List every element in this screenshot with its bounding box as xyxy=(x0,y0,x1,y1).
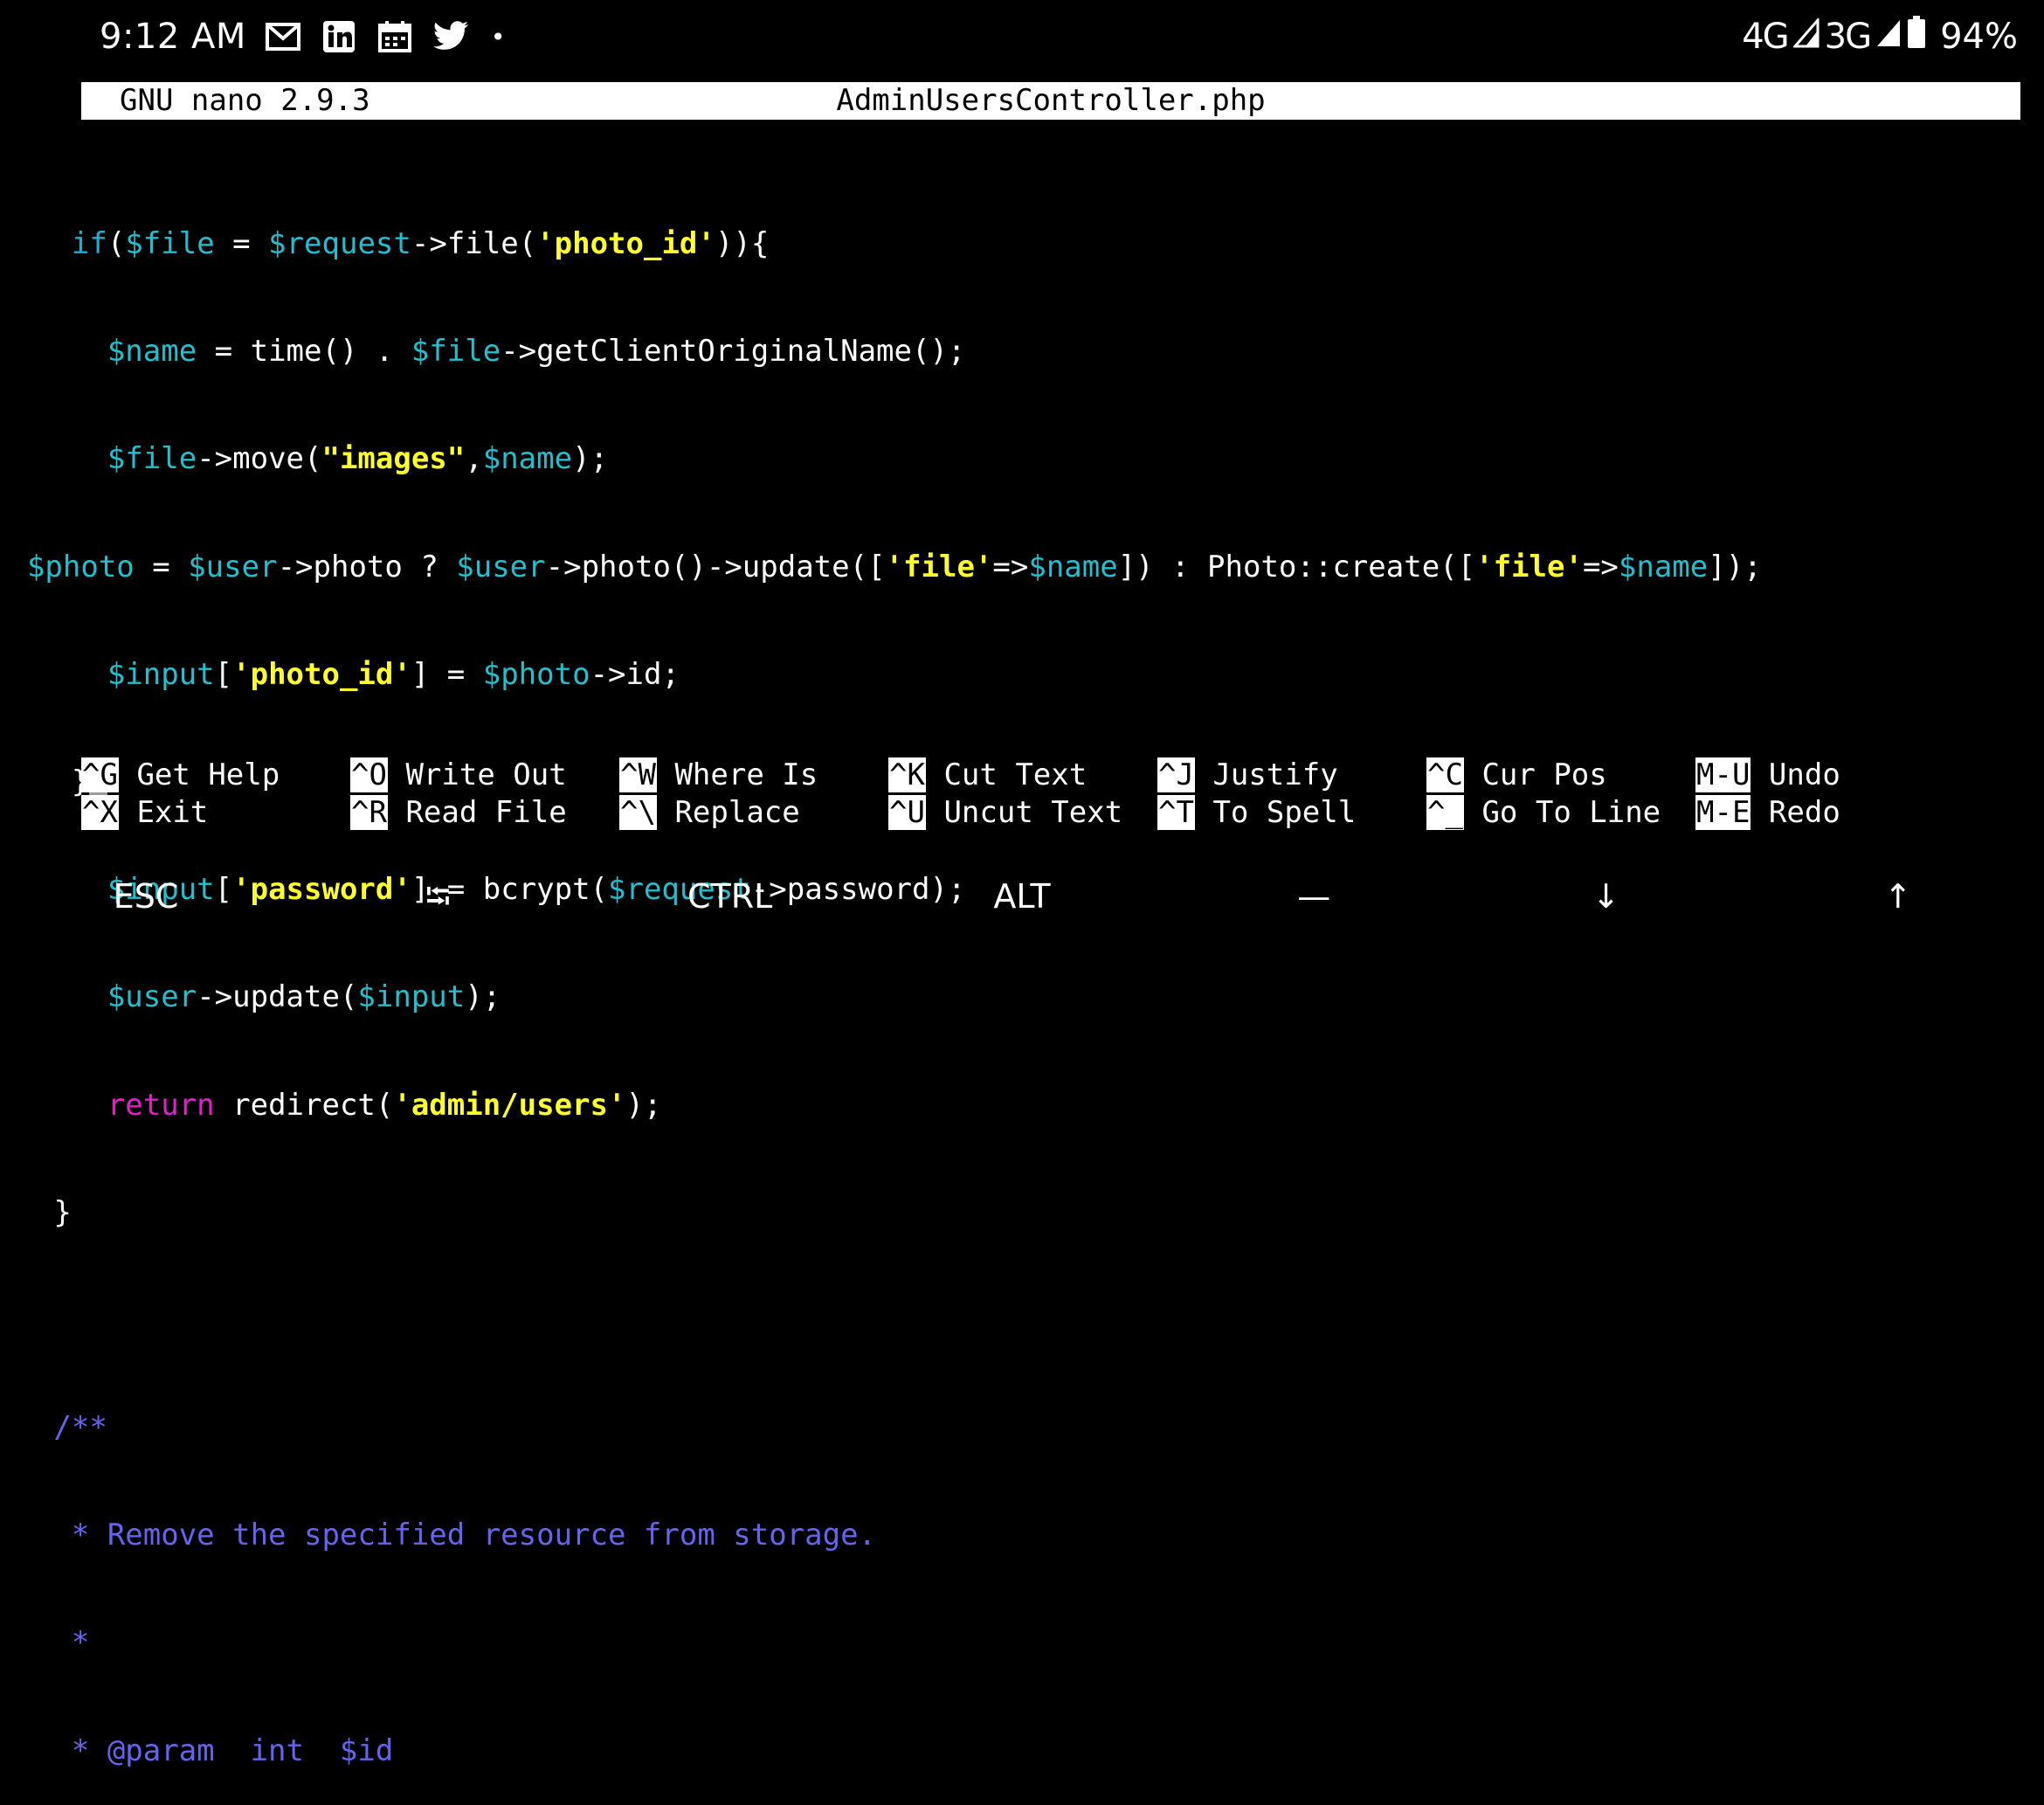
code-line[interactable]: /** xyxy=(0,1409,2044,1447)
code-line[interactable]: $photo = $user->photo ? $user->photo()->… xyxy=(0,549,2035,586)
shortcut-cut-text[interactable]: ^K Cut Text xyxy=(888,757,1087,794)
more-notifications-dot: • xyxy=(490,22,506,52)
shortcut-to-spell[interactable]: ^T To Spell xyxy=(1157,794,1356,832)
arrow-up-key[interactable]: ↑ xyxy=(1752,865,2044,928)
clock: 9:12 AM xyxy=(100,17,246,57)
ctrl-key[interactable]: CTRL xyxy=(584,865,876,928)
code-line[interactable]: return redirect('admin/users'); xyxy=(0,1087,2044,1124)
nano-title-bar: AdminUsersController.php GNU nano 2.9.3 xyxy=(81,82,2020,120)
status-bar-right: 4G 3G 94% xyxy=(1742,12,2018,61)
shortcut-get-help[interactable]: ^G Get Help xyxy=(81,757,280,794)
status-bar-left: 9:12 AM • xyxy=(100,12,505,61)
shortcut-cur-pos[interactable]: ^C Cur Pos xyxy=(1426,757,1607,794)
arrow-down-key[interactable]: ↓ xyxy=(1460,865,1751,928)
network-3g-label: 3G xyxy=(1824,17,1872,57)
code-line-empty[interactable] xyxy=(0,1302,2044,1339)
linkedin-icon xyxy=(320,19,358,54)
shortcut-go-to-line[interactable]: ^_ Go To Line xyxy=(1426,794,1661,832)
file-name: AdminUsersController.php xyxy=(836,83,1266,118)
signal-icon xyxy=(1792,16,1820,57)
shortcut-where-is[interactable]: ^W Where Is xyxy=(619,757,818,794)
extra-keys-bar: ESC ⭾ CTRL ALT — ↓ ↑ xyxy=(0,865,2044,928)
shortcut-redo[interactable]: M-E Redo xyxy=(1695,794,1840,832)
battery-percent: 94% xyxy=(1940,17,2018,57)
code-line[interactable]: $file->move("images",$name); xyxy=(0,440,2044,478)
signal-icon-2 xyxy=(1875,17,1902,57)
code-line[interactable]: } xyxy=(0,1194,2044,1232)
code-line[interactable]: $user->update($input); xyxy=(0,979,2044,1016)
shortcut-write-out[interactable]: ^O Write Out xyxy=(350,757,567,794)
calendar-icon xyxy=(376,19,414,54)
network-4g-label: 4G xyxy=(1742,17,1789,57)
shortcut-replace[interactable]: ^\ Replace xyxy=(619,794,800,832)
shortcut-row-1: ^G Get Help ^O Write Out ^W Where Is ^K … xyxy=(81,757,2020,794)
code-line[interactable]: * Remove the specified resource from sto… xyxy=(0,1517,2044,1554)
tab-key[interactable]: ⭾ xyxy=(292,865,584,928)
shortcut-undo[interactable]: M-U Undo xyxy=(1695,757,1840,794)
shortcut-bar: ^G Get Help ^O Write Out ^W Where Is ^K … xyxy=(81,757,2020,832)
twitter-icon xyxy=(432,19,470,54)
shortcut-row-2: ^X Exit ^R Read File ^\ Replace ^U Uncut… xyxy=(81,794,2020,832)
shortcut-exit[interactable]: ^X Exit xyxy=(81,794,208,832)
code-line[interactable]: $input['photo_id'] = $photo->id; xyxy=(0,656,2044,694)
alt-key[interactable]: ALT xyxy=(876,865,1168,928)
editor-area[interactable]: if($file = $request->file('photo_id')){ … xyxy=(0,156,2044,1805)
shortcut-read-file[interactable]: ^R Read File xyxy=(350,794,567,832)
nano-version: GNU nano 2.9.3 xyxy=(120,83,370,118)
dash-key[interactable]: — xyxy=(1168,865,1460,928)
code-line[interactable]: if($file = $request->file('photo_id')){ xyxy=(0,225,2044,263)
status-bar: 9:12 AM • 4G 3G 94% xyxy=(0,0,2044,73)
gmail-icon xyxy=(264,19,302,54)
shortcut-uncut-text[interactable]: ^U Uncut Text xyxy=(888,794,1122,832)
esc-key[interactable]: ESC xyxy=(0,865,292,928)
code-line[interactable]: $name = time() . $file->getClientOrigina… xyxy=(0,333,2044,370)
battery-icon xyxy=(1907,16,1926,58)
code-line[interactable]: * xyxy=(0,1624,2044,1662)
code-line[interactable]: * @param int $id xyxy=(0,1732,2044,1770)
shortcut-justify[interactable]: ^J Justify xyxy=(1157,757,1338,794)
